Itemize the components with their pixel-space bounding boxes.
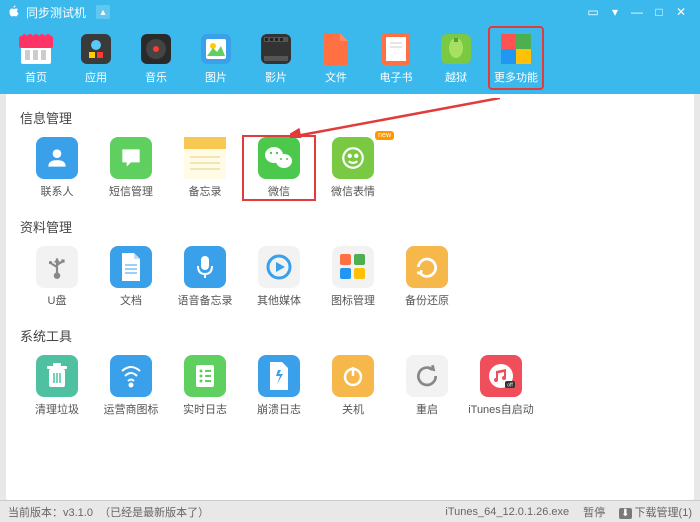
item-crash[interactable]: 崩溃日志 (242, 353, 316, 419)
toolbar-label: 音乐 (145, 69, 167, 85)
item-label: 联系人 (41, 183, 74, 199)
toolbar-label: 电子书 (380, 69, 413, 85)
maximize-button[interactable]: □ (648, 1, 670, 23)
item-trash[interactable]: 清理垃圾 (20, 353, 94, 419)
main-toolbar: 首页 应用 音乐 图片 影片 文件 电子书 越狱 更多功能 (0, 24, 700, 94)
content-panel: 信息管理联系人短信管理备忘录微信new微信表情资料管理U盘文档语音备忘录其他媒体… (6, 94, 694, 500)
item-icons[interactable]: 图标管理 (316, 244, 390, 310)
window-title: 同步测试机 (26, 4, 86, 21)
item-label: 实时日志 (183, 401, 227, 417)
item-label: 语音备忘录 (178, 292, 233, 308)
item-label: 短信管理 (109, 183, 153, 199)
item-sms[interactable]: 短信管理 (94, 135, 168, 201)
item-label: 关机 (342, 401, 364, 417)
section-title: 信息管理 (20, 108, 684, 127)
item-label: 其他媒体 (257, 292, 301, 308)
item-label: 运营商图标 (104, 401, 159, 417)
item-itunes[interactable]: off iTunes自启动 (464, 353, 538, 419)
item-label: 文档 (120, 292, 142, 308)
exe-label: iTunes_64_12.0.1.26.exe (445, 506, 569, 518)
item-label: 图标管理 (331, 292, 375, 308)
item-label: 备忘录 (189, 183, 222, 199)
item-log[interactable]: 实时日志 (168, 353, 242, 419)
item-memo[interactable]: 备忘录 (168, 135, 242, 201)
toolbar-video[interactable]: 影片 (248, 26, 304, 90)
pin-icon[interactable]: ▴ (96, 5, 110, 19)
version-note: （已经是最新版本了） (99, 504, 209, 520)
item-label: 微信 (268, 183, 290, 199)
section-title: 资料管理 (20, 217, 684, 236)
apple-icon (8, 5, 20, 20)
toolbar-photo[interactable]: 图片 (188, 26, 244, 90)
toolbar-apps[interactable]: 应用 (68, 26, 124, 90)
item-label: 崩溃日志 (257, 401, 301, 417)
svg-text:off: off (507, 383, 513, 389)
item-power[interactable]: 关机 (316, 353, 390, 419)
item-wechat[interactable]: 微信 (242, 135, 316, 201)
toolbar-label: 图片 (205, 69, 227, 85)
toolbar-label: 首页 (25, 69, 47, 85)
item-restart[interactable]: 重启 (390, 353, 464, 419)
toolbar-book[interactable]: 电子书 (368, 26, 424, 90)
item-label: U盘 (48, 292, 67, 308)
item-signal[interactable]: 运营商图标 (94, 353, 168, 419)
item-backup[interactable]: 备份还原 (390, 244, 464, 310)
toolbar-more[interactable]: 更多功能 (488, 26, 544, 90)
toolbar-jail[interactable]: 越狱 (428, 26, 484, 90)
toolbar-label: 影片 (265, 69, 287, 85)
item-label: iTunes自启动 (468, 401, 534, 417)
item-label: 重启 (416, 401, 438, 417)
pause-button[interactable]: 暂停 (583, 504, 605, 520)
section-title: 系统工具 (20, 326, 684, 345)
item-label: 清理垃圾 (35, 401, 79, 417)
item-contact[interactable]: 联系人 (20, 135, 94, 201)
item-label: 微信表情 (331, 183, 375, 199)
settings-icon[interactable]: ▭ (582, 1, 604, 23)
skin-icon[interactable]: ▾ (604, 1, 626, 23)
statusbar: 当前版本：v3.1.0 （已经是最新版本了） iTunes_64_12.0.1.… (0, 500, 700, 522)
item-media[interactable]: 其他媒体 (242, 244, 316, 310)
close-button[interactable]: ✕ (670, 1, 692, 23)
item-doc[interactable]: 文档 (94, 244, 168, 310)
item-usb[interactable]: U盘 (20, 244, 94, 310)
toolbar-label: 更多功能 (494, 69, 538, 85)
toolbar-label: 越狱 (445, 69, 467, 85)
item-label: 备份还原 (405, 292, 449, 308)
titlebar: 同步测试机 ▴ ▭ ▾ — □ ✕ (0, 0, 700, 24)
new-badge: new (375, 131, 394, 140)
item-mic[interactable]: 语音备忘录 (168, 244, 242, 310)
item-emoji[interactable]: new微信表情 (316, 135, 390, 201)
toolbar-music[interactable]: 音乐 (128, 26, 184, 90)
toolbar-label: 文件 (325, 69, 347, 85)
toolbar-label: 应用 (85, 69, 107, 85)
minimize-button[interactable]: — (626, 1, 648, 23)
toolbar-home[interactable]: 首页 (8, 26, 64, 90)
toolbar-file[interactable]: 文件 (308, 26, 364, 90)
version-label: 当前版本：v3.1.0 (8, 504, 93, 520)
download-manager[interactable]: ⬇下载管理(1) (619, 504, 692, 520)
